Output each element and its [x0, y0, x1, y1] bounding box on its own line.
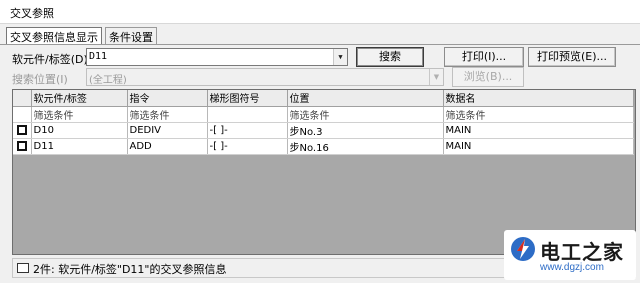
search-button[interactable]: 搜索 — [356, 47, 424, 67]
tab-divider — [0, 44, 640, 45]
row-header[interactable] — [13, 122, 32, 139]
device-combobox[interactable]: D11 ▼ — [86, 48, 348, 66]
cell-data-name[interactable]: MAIN — [443, 122, 634, 139]
search-location-label: 搜索位置(I) — [12, 73, 68, 86]
column-header-data-name[interactable]: 数据名 — [443, 90, 634, 107]
status-window-icon — [17, 263, 29, 273]
table-header: 软元件/标签 指令 梯形图符号 位置 数据名 — [13, 90, 634, 107]
row-marker-icon — [16, 124, 27, 135]
cell-ladder-symbol[interactable]: -[ ]- — [207, 138, 288, 155]
dropdown-arrow-icon[interactable]: ▼ — [333, 49, 347, 65]
cell-instruction[interactable]: ADD — [127, 138, 208, 155]
row-header — [13, 106, 32, 123]
dropdown-arrow-icon[interactable]: ▼ — [429, 69, 443, 85]
cell-location[interactable]: 步No.16 — [287, 138, 444, 155]
result-table: 软元件/标签 指令 梯形图符号 位置 数据名 筛选条件 筛选条件 筛选条件 筛选… — [13, 90, 634, 155]
tab-condition-settings[interactable]: 条件设置 — [105, 27, 157, 44]
table-row[interactable]: D10 DEDIV -[ ]- 步No.3 MAIN — [13, 122, 634, 139]
watermark-name: 电工之家 — [540, 240, 624, 264]
print-preview-button[interactable]: 打印预览(E)... — [528, 47, 616, 67]
filter-cell-data-name[interactable]: 筛选条件 — [443, 106, 634, 123]
search-location-combobox[interactable]: (全工程) ▼ — [86, 68, 444, 86]
row-marker-icon — [16, 140, 27, 151]
window-title: 交叉参照 — [0, 0, 640, 24]
status-text: 2件: 软元件/标签"D11"的交叉参照信息 — [33, 263, 227, 276]
row-header[interactable] — [13, 138, 32, 155]
device-value: D11 — [89, 51, 108, 62]
search-location-value: (全工程) — [89, 75, 127, 86]
browse-button[interactable]: 浏览(B)... — [452, 67, 524, 87]
cell-device[interactable]: D10 — [31, 122, 128, 139]
column-header-instruction[interactable]: 指令 — [127, 90, 208, 107]
lightning-logo-icon — [511, 237, 535, 261]
filter-cell-device[interactable]: 筛选条件 — [31, 106, 128, 123]
cell-device[interactable]: D11 — [31, 138, 128, 155]
column-header-device[interactable]: 软元件/标签 — [31, 90, 128, 107]
cell-location[interactable]: 步No.3 — [287, 122, 444, 139]
watermark-logo: 电工之家 www.dgzj.com — [504, 230, 636, 280]
filter-cell-ladder-symbol[interactable] — [207, 106, 288, 123]
column-header-ladder-symbol[interactable]: 梯形图符号 — [207, 90, 288, 107]
device-label: 软元件/标签(D) — [12, 53, 88, 66]
cell-data-name[interactable]: MAIN — [443, 138, 634, 155]
watermark-url: www.dgzj.com — [540, 262, 604, 273]
tab-cross-reference-display[interactable]: 交叉参照信息显示 — [6, 27, 102, 45]
cell-instruction[interactable]: DEDIV — [127, 122, 208, 139]
filter-cell-location[interactable]: 筛选条件 — [287, 106, 444, 123]
column-header-location[interactable]: 位置 — [287, 90, 444, 107]
cell-ladder-symbol[interactable]: -[ ]- — [207, 122, 288, 139]
table-row[interactable]: D11 ADD -[ ]- 步No.16 MAIN — [13, 138, 634, 155]
filter-cell-instruction[interactable]: 筛选条件 — [127, 106, 208, 123]
filter-row: 筛选条件 筛选条件 筛选条件 筛选条件 — [13, 106, 634, 123]
corner-cell[interactable] — [13, 90, 32, 107]
print-button[interactable]: 打印(I)... — [444, 47, 524, 67]
